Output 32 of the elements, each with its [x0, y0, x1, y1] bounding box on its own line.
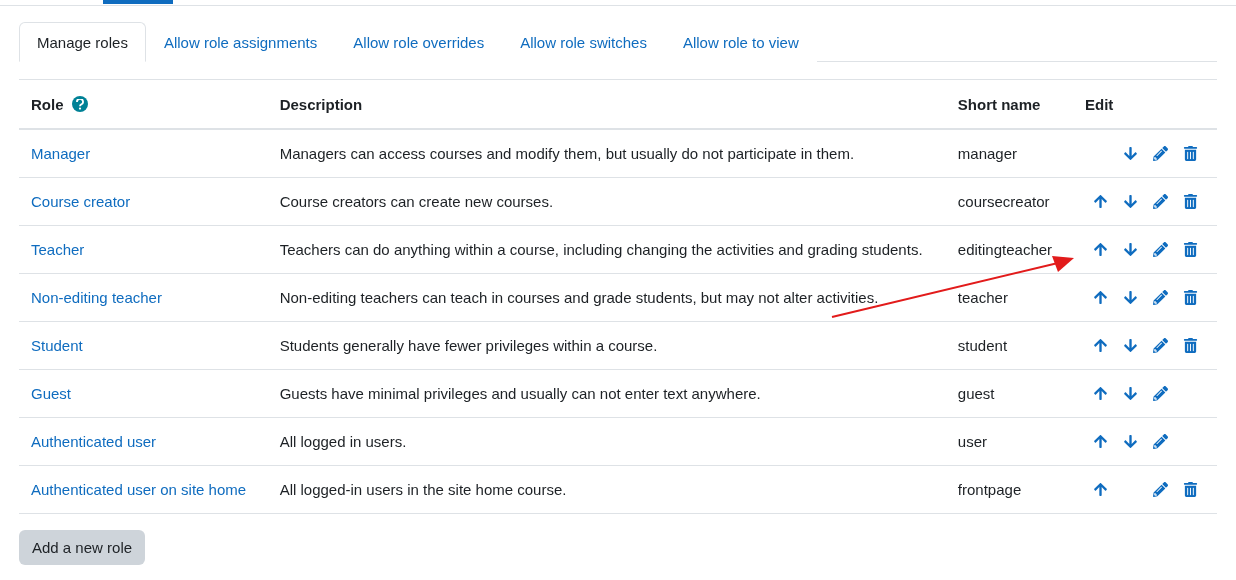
role-link[interactable]: Guest [31, 385, 72, 402]
short-name: user [957, 433, 988, 450]
role-description: All logged in users. [279, 433, 407, 450]
column-header: Role [31, 95, 64, 113]
role-link[interactable]: Non-editing teacher [31, 289, 162, 306]
short-name: editingteacher [957, 241, 1053, 258]
short-name: student [957, 337, 1008, 354]
role-description: Guests have minimal privileges and usually can not enter text anywhere. [279, 385, 761, 402]
add-role-button[interactable]: Add a new role [19, 530, 146, 565]
role-link[interactable]: Teacher [31, 241, 85, 258]
column-header: Description [279, 95, 363, 113]
active-nav-indicator [103, 0, 173, 4]
tab[interactable]: Manage roles [19, 22, 146, 62]
role-description: Course creators can create new courses. [279, 193, 554, 210]
role-description: All logged-in users in the site home course. [279, 481, 567, 498]
column-header: Edit [1085, 95, 1114, 113]
role-description: Managers can access courses and modify them, but usually do not participate in them. [279, 145, 855, 162]
role-description: Teachers can do anything within a course, including changing the activities and grading students. [279, 241, 923, 258]
role-description: Students generally have fewer privileges within a course. [279, 337, 658, 354]
role-link[interactable]: Authenticated user on site home [31, 481, 247, 498]
role-link[interactable]: Course creator [31, 193, 131, 210]
short-name: frontpage [957, 481, 1022, 498]
role-link[interactable]: Manager [31, 145, 91, 162]
role-description: Non-editing teachers can teach in courses and grade students, but may not alter activities. [279, 289, 879, 306]
short-name: coursecreator [957, 193, 1050, 210]
role-link[interactable]: Authenticated user [31, 433, 157, 450]
short-name: teacher [957, 289, 1008, 306]
short-name: manager [957, 145, 1018, 162]
short-name: guest [957, 385, 995, 402]
column-header: Short name [957, 95, 1041, 113]
role-link[interactable]: Student [31, 337, 83, 354]
help-icon[interactable] [71, 96, 88, 112]
